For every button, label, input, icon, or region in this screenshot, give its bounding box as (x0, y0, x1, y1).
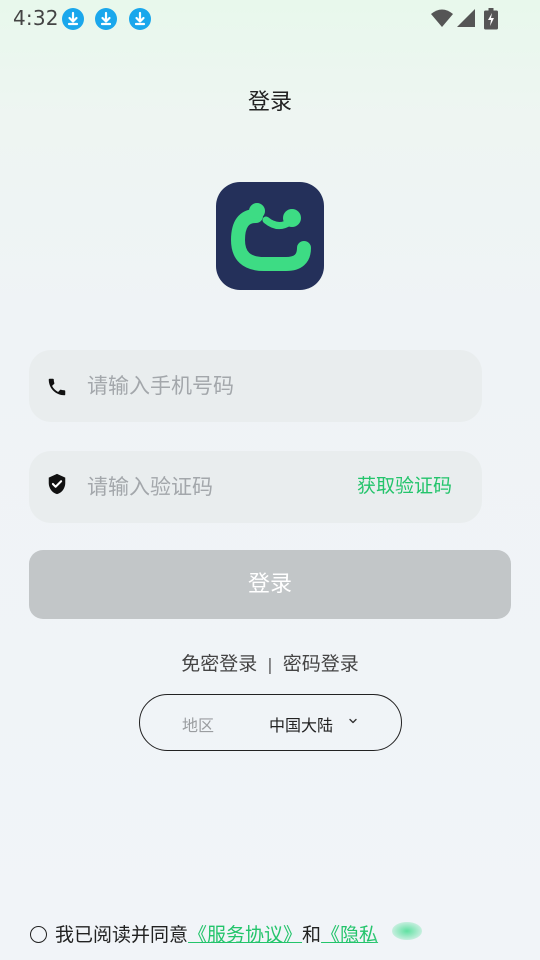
download-icon (62, 8, 84, 30)
password-login-link[interactable]: 密码登录 (283, 653, 359, 675)
decorative-blob (392, 922, 422, 940)
cellular-signal-icon (457, 9, 475, 27)
agreement-text: 我已阅读并同意 (55, 924, 189, 946)
region-value: 中国大陆 (269, 716, 334, 735)
agreement-and: 和 (302, 924, 322, 946)
shield-icon (48, 473, 66, 495)
phone-input[interactable] (87, 350, 347, 422)
agreement-radio[interactable] (30, 926, 47, 943)
region-label: 地区 (182, 716, 215, 735)
get-code-button[interactable]: 获取验证码 (357, 471, 452, 498)
phone-field[interactable] (29, 350, 482, 422)
phone-icon (48, 378, 66, 396)
wifi-icon (431, 9, 453, 27)
separator: | (267, 655, 273, 674)
app-logo (216, 182, 324, 290)
region-selector[interactable]: 地区 中国大陆 (139, 694, 402, 751)
download-icon (129, 8, 151, 30)
alt-login-options: 免密登录 | 密码登录 (0, 649, 540, 676)
status-time: 4:32 (13, 6, 59, 30)
page-title: 登录 (247, 90, 292, 115)
agreement-row: 我已阅读并同意《服务协议》和《隐私 (30, 920, 378, 947)
verification-code-input[interactable] (87, 451, 347, 523)
login-button[interactable]: 登录 (29, 550, 511, 619)
verification-code-field[interactable]: 获取验证码 (29, 451, 482, 523)
passwordless-login-link[interactable]: 免密登录 (181, 653, 257, 675)
service-agreement-link[interactable]: 《服务协议》 (188, 924, 302, 946)
chevron-down-icon (349, 718, 357, 724)
battery-icon (484, 8, 498, 30)
download-icon (95, 8, 117, 30)
